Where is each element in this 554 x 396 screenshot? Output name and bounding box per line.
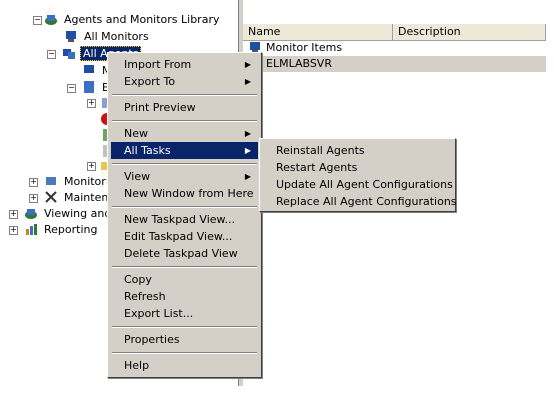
tree-item-all-monitors[interactable]: All Monitors: [64, 29, 151, 45]
menu-item-reinstall-agents[interactable]: Reinstall Agents: [263, 142, 452, 159]
menu-item-export-list[interactable]: Export List...: [111, 305, 258, 322]
tree-item-label: Reporting: [44, 223, 98, 236]
submenu-arrow-icon: ▶: [244, 172, 251, 181]
expand-toggle[interactable]: +: [9, 226, 18, 235]
menu-item-refresh[interactable]: Refresh: [111, 288, 258, 305]
submenu-arrow-icon: ▶: [244, 146, 251, 155]
menu-separator: [112, 352, 257, 354]
menu-item-label: Export List...: [124, 307, 194, 320]
collapse-toggle[interactable]: −: [47, 50, 56, 59]
menu-item-label: Refresh: [124, 290, 166, 303]
menu-item-export-to[interactable]: Export To ▶: [111, 73, 258, 90]
list-item-name: Monitor Items: [266, 41, 343, 54]
menu-item-view[interactable]: View ▶: [111, 168, 258, 185]
menu-item-import-from[interactable]: Import From ▶: [111, 56, 258, 73]
list-header: Name Description: [243, 24, 546, 41]
menu-item-label: Print Preview: [124, 101, 196, 114]
agents-icon: [62, 46, 76, 60]
menu-item-label: Reinstall Agents: [276, 144, 365, 157]
all-tasks-submenu: Reinstall Agents Restart Agents Update A…: [259, 138, 457, 212]
menu-item-label: Copy: [124, 273, 152, 286]
tree-item-label: All Monitors: [84, 30, 149, 43]
menu-item-new[interactable]: New ▶: [111, 125, 258, 142]
menu-item-label: Delete Taskpad View: [124, 247, 238, 260]
tree-item-label: Agents and Monitors Library: [64, 13, 220, 26]
menu-item-label: Export To: [124, 75, 176, 88]
monitor-icon: [64, 29, 78, 43]
submenu-arrow-icon: ▶: [244, 129, 251, 138]
column-header-name[interactable]: Name: [243, 24, 393, 40]
expand-toggle[interactable]: +: [29, 178, 38, 187]
expand-toggle[interactable]: +: [9, 210, 18, 219]
menu-item-label: Restart Agents: [276, 161, 358, 174]
menu-item-label: Edit Taskpad View...: [124, 230, 233, 243]
menu-item-update-all-agent-configurations[interactable]: Update All Agent Configurations: [263, 176, 453, 193]
expand-toggle[interactable]: +: [87, 99, 96, 108]
menu-item-label: Import From: [124, 58, 192, 71]
list-item[interactable]: ELMLABSVR: [243, 56, 546, 72]
expand-toggle[interactable]: +: [87, 162, 96, 171]
menu-separator: [112, 163, 257, 165]
menu-item-label: Properties: [124, 333, 180, 346]
menu-separator: [112, 120, 257, 122]
menu-item-new-taskpad-view[interactable]: New Taskpad View...: [111, 211, 258, 228]
menu-separator: [112, 94, 257, 96]
menu-separator: [112, 206, 257, 208]
menu-item-label: New: [124, 127, 148, 140]
submenu-arrow-icon: ▶: [244, 77, 251, 86]
menu-item-label: All Tasks: [124, 144, 171, 157]
library-icon: [44, 12, 58, 26]
menu-item-edit-taskpad-view[interactable]: Edit Taskpad View...: [111, 228, 258, 245]
viewing-icon: [24, 206, 38, 220]
tree-item-reporting[interactable]: Reporting: [24, 222, 99, 238]
menu-item-print-preview[interactable]: Print Preview: [111, 99, 258, 116]
column-header-description[interactable]: Description: [393, 24, 546, 40]
menu-separator: [112, 326, 257, 328]
collapse-toggle[interactable]: −: [67, 84, 76, 93]
context-menu: Import From ▶ Export To ▶ Print Preview Ne…: [107, 52, 262, 378]
tree-item-library[interactable]: Agents and Monitors Library: [44, 12, 221, 28]
menu-item-label: Help: [124, 359, 150, 372]
maintenance-icon: [44, 190, 58, 204]
menu-item-label: Update All Agent Configurations: [276, 178, 453, 191]
monitor-icon: [82, 63, 96, 77]
menu-item-label: New Taskpad View...: [124, 213, 236, 226]
menu-separator: [112, 266, 257, 268]
menu-item-copy[interactable]: Copy: [111, 271, 258, 288]
expand-toggle[interactable]: +: [29, 194, 38, 203]
menu-item-all-tasks[interactable]: All Tasks ▶: [111, 142, 258, 159]
menu-item-help[interactable]: Help: [111, 357, 258, 374]
menu-item-label: View: [124, 170, 151, 183]
menu-item-new-window[interactable]: New Window from Here: [111, 185, 258, 202]
menu-item-delete-taskpad-view[interactable]: Delete Taskpad View: [111, 245, 258, 262]
reporting-icon: [24, 222, 38, 236]
collapse-toggle[interactable]: −: [33, 16, 42, 25]
tree-item-viewing[interactable]: Viewing and I: [24, 206, 120, 222]
submenu-arrow-icon: ▶: [244, 60, 251, 69]
menu-item-label: New Window from Here: [124, 187, 254, 200]
menu-item-label: Replace All Agent Configurations: [276, 195, 457, 208]
menu-item-restart-agents[interactable]: Restart Agents: [263, 159, 452, 176]
menu-item-properties[interactable]: Properties: [111, 331, 258, 348]
monitoring-icon: [44, 174, 58, 188]
menu-item-replace-all-agent-configurations[interactable]: Replace All Agent Configurations: [263, 193, 457, 210]
list-item-name: ELMLABSVR: [266, 57, 332, 70]
list-item[interactable]: Monitor Items: [243, 40, 546, 56]
server-icon: [82, 80, 96, 94]
